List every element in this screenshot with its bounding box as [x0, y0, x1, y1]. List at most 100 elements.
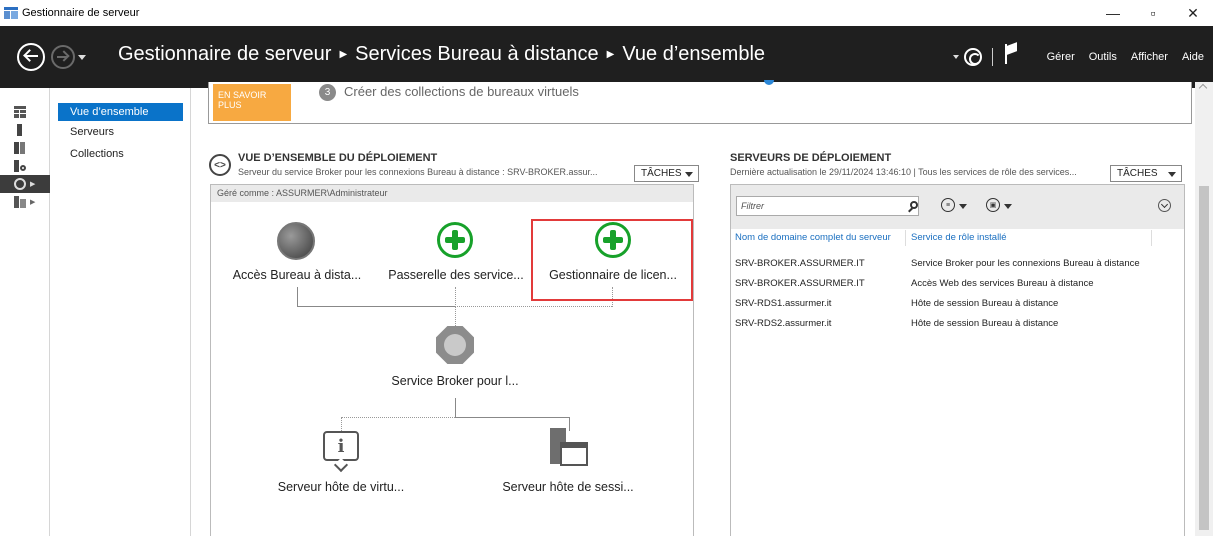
cell-role-service: Accès Web des services Bureau à distance: [911, 278, 1094, 289]
restore-button[interactable]: ▫: [1133, 0, 1173, 26]
window-title-bar: Gestionnaire de serveur — ▫ ✕: [0, 0, 1213, 26]
connector-line: [455, 306, 612, 307]
connection-broker-icon[interactable]: [436, 326, 474, 364]
rail-item-local-server[interactable]: [0, 121, 50, 139]
virtualization-host-info-icon[interactable]: i: [323, 431, 359, 461]
deployment-overview-icon: <>: [209, 154, 231, 176]
rail-item-all-servers[interactable]: [0, 139, 50, 157]
connector-line: [341, 417, 455, 418]
node-session-host-label[interactable]: Serveur hôte de sessi...: [488, 480, 648, 494]
scrollbar-thumb[interactable]: [1199, 186, 1209, 530]
menu-tools[interactable]: Outils: [1089, 51, 1117, 63]
globe-icon[interactable]: [277, 222, 315, 260]
header-divider: [991, 48, 993, 66]
chevron-down-icon[interactable]: [959, 204, 967, 209]
step-number-badge: 3: [319, 84, 336, 101]
column-header-fqdn[interactable]: Nom de domaine complet du serveur: [735, 232, 891, 243]
cell-server-name: SRV-RDS1.assurmer.it: [735, 298, 832, 309]
refresh-dropdown-icon[interactable]: [952, 55, 959, 59]
save-query-icon[interactable]: ▣: [986, 198, 1000, 212]
managed-as-label: Géré comme : ASSURMER\Administrateur: [211, 185, 693, 202]
cell-server-name: SRV-BROKER.ASSURMER.IT: [735, 258, 865, 269]
file-storage-icon: [14, 160, 26, 172]
menu-manage[interactable]: Gérer: [1047, 51, 1075, 63]
cell-server-name: SRV-BROKER.ASSURMER.IT: [735, 278, 865, 289]
connector-line: [341, 417, 342, 431]
scroll-up-icon[interactable]: [1198, 83, 1208, 93]
node-broker-label[interactable]: Service Broker pour l...: [375, 374, 535, 388]
servers-toolbar: Filtrer ≡ ▣: [731, 185, 1184, 229]
connector-line: [455, 306, 456, 326]
app-header: Gestionnaire de serveur ▶ Services Burea…: [0, 26, 1213, 88]
back-arrow-icon[interactable]: [17, 43, 45, 71]
server-manager-app-icon: [4, 7, 18, 19]
menu-help[interactable]: Aide: [1182, 51, 1204, 63]
list-options-icon[interactable]: ≡: [941, 198, 955, 212]
column-divider[interactable]: [1151, 230, 1152, 246]
search-icon[interactable]: [910, 201, 918, 209]
notifications-flag-icon[interactable]: [1004, 44, 1019, 64]
subnav-item-collections[interactable]: Collections: [58, 145, 183, 163]
refresh-icon[interactable]: [963, 48, 982, 66]
breadcrumb: Gestionnaire de serveur ▶ Services Burea…: [118, 43, 765, 66]
filter-input[interactable]: Filtrer: [736, 196, 919, 216]
node-gateway-label[interactable]: Passerelle des service...: [376, 268, 536, 282]
connector-line: [455, 287, 456, 307]
rail-item-remote-desktop-services[interactable]: ▶: [0, 175, 50, 193]
rail-item-file-storage[interactable]: [0, 157, 50, 175]
deployment-servers-subtitle: Dernière actualisation le 29/11/2024 13:…: [730, 167, 1077, 177]
minimize-button[interactable]: —: [1093, 0, 1133, 26]
subnav-item-overview[interactable]: Vue d’ensemble: [58, 103, 183, 121]
column-divider[interactable]: [905, 230, 906, 246]
step-create-collections-link[interactable]: Créer des collections de bureaux virtuel…: [344, 84, 579, 99]
all-servers-icon: [14, 142, 26, 154]
deployment-servers-tasks-button[interactable]: TÂCHES: [1110, 165, 1182, 182]
navigation-rail: ▶ ▶: [0, 88, 50, 536]
deployment-overview-subtitle: Serveur du service Broker pour les conne…: [238, 167, 598, 177]
rail-item-dashboard[interactable]: [0, 103, 50, 121]
window-title: Gestionnaire de serveur: [22, 7, 140, 19]
history-dropdown-icon[interactable]: [78, 55, 86, 60]
breadcrumb-item-rds[interactable]: Services Bureau à distance: [355, 43, 598, 66]
cell-server-name: SRV-RDS2.assurmer.it: [735, 318, 832, 329]
expand-arrow-icon: ▶: [30, 181, 36, 188]
menu-view[interactable]: Afficher: [1131, 51, 1168, 63]
cell-role-service: Hôte de session Bureau à distance: [911, 318, 1059, 329]
tasks-label: TÂCHES: [641, 168, 682, 179]
deployment-servers-panel: Filtrer ≡ ▣ Nom de domaine complet du se…: [730, 184, 1185, 536]
node-virtualization-host-label[interactable]: Serveur hôte de virtu...: [261, 480, 421, 494]
rail-item-group[interactable]: ▶: [0, 193, 50, 211]
expand-arrow-icon: ▶: [30, 199, 36, 206]
connector-line: [297, 306, 455, 307]
session-host-icon[interactable]: [550, 428, 588, 468]
breadcrumb-separator-icon: ▶: [339, 49, 348, 60]
breadcrumb-separator-icon: ▶: [606, 49, 615, 60]
breadcrumb-item-server-manager[interactable]: Gestionnaire de serveur: [118, 43, 331, 66]
tasks-label: TÂCHES: [1117, 168, 1158, 179]
connector-line: [455, 417, 569, 418]
main-content: EN SAVOIR PLUS 3 Créer des collections d…: [192, 80, 1213, 536]
connector-line: [297, 287, 298, 307]
main-scrollbar[interactable]: [1195, 82, 1213, 536]
subnav-item-servers[interactable]: Serveurs: [58, 123, 183, 141]
close-button[interactable]: ✕: [1173, 0, 1213, 26]
node-web-access-label[interactable]: Accès Bureau à dista...: [217, 268, 377, 282]
group-icon: [14, 196, 26, 208]
cell-role-service: Service Broker pour les connexions Burea…: [911, 258, 1140, 269]
add-gateway-plus-icon[interactable]: [437, 222, 473, 258]
chevron-down-icon[interactable]: [1004, 204, 1012, 209]
column-header-role-service[interactable]: Service de rôle installé: [911, 232, 1007, 243]
chevron-down-icon: [685, 172, 693, 177]
expand-chevron-icon[interactable]: [1158, 199, 1171, 212]
licensing-highlight-box: [531, 219, 693, 301]
rds-icon: [14, 178, 26, 190]
local-server-icon: [14, 124, 26, 136]
quick-start-banner: EN SAVOIR PLUS 3 Créer des collections d…: [208, 80, 1192, 124]
rds-subnav: Vue d’ensemble Serveurs Collections: [51, 88, 191, 536]
chevron-down-icon: [1168, 172, 1176, 177]
learn-more-tile[interactable]: EN SAVOIR PLUS: [213, 84, 291, 121]
forward-arrow-icon[interactable]: [51, 45, 75, 69]
deployment-overview-tasks-button[interactable]: TÂCHES: [634, 165, 699, 182]
filter-placeholder: Filtrer: [741, 201, 764, 211]
breadcrumb-item-overview: Vue d’ensemble: [622, 43, 766, 65]
